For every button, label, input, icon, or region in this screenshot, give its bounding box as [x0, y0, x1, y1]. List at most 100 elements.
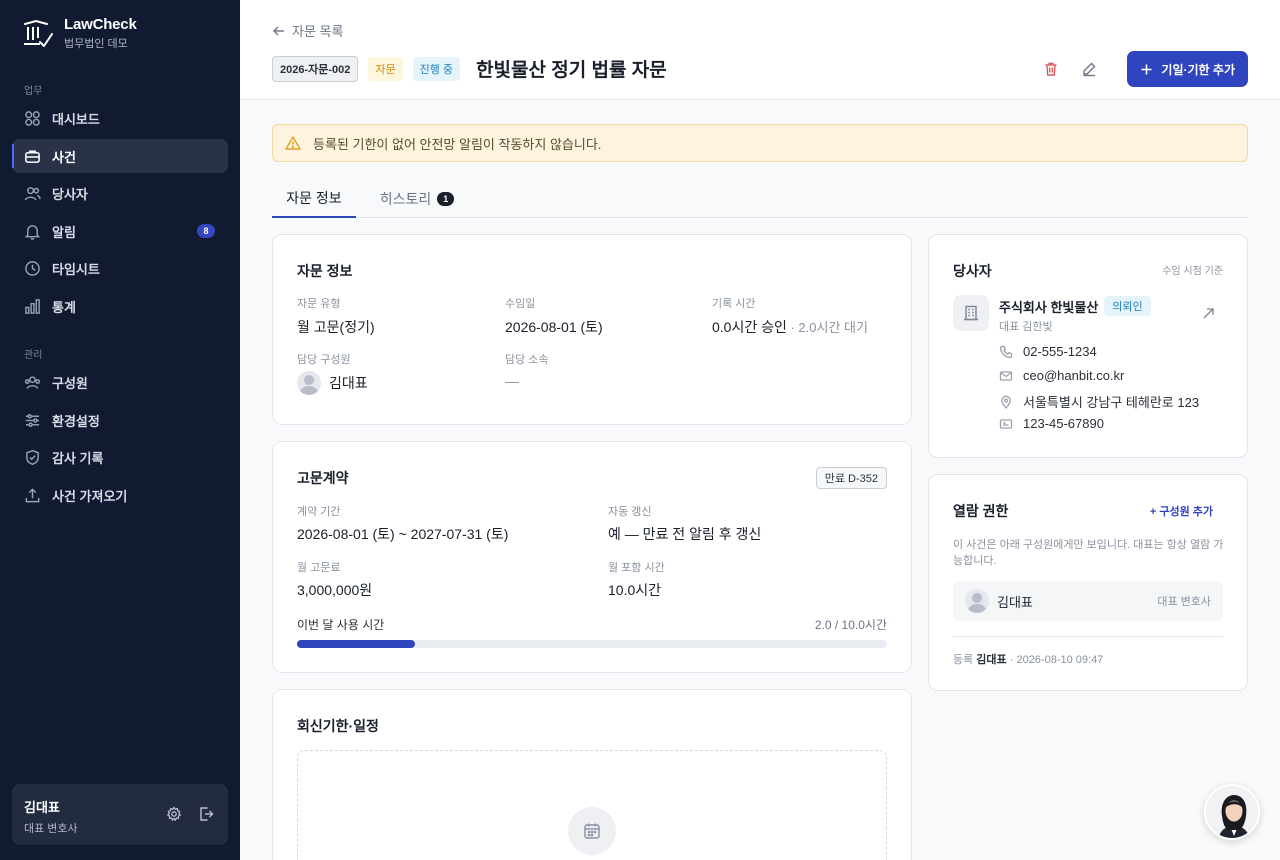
app-subtitle: 법무법인 데모	[64, 38, 128, 50]
edit-icon[interactable]	[1081, 61, 1097, 77]
tab-advisory-info[interactable]: 자문 정보	[272, 180, 356, 218]
app-name: LawCheck	[64, 16, 137, 33]
party-card: 당사자 수임 시점 기준 주식회사 한빛물산 의뢰인 대표 김한빛 02-555…	[928, 234, 1248, 458]
hours-label: 기록 시간	[712, 298, 756, 310]
assigned-member: 김대표	[297, 371, 368, 395]
party-representative: 대표 김한빛	[999, 321, 1053, 333]
sidebar-item-parties[interactable]: 당사자	[12, 176, 228, 210]
registered-prefix: 등록	[953, 654, 977, 666]
arrow-left-icon	[273, 26, 284, 35]
period-value: 2026-08-01 (토) ~ 2027-07-31 (토)	[297, 526, 509, 542]
usage-value: 2.0 / 10.0시간	[814, 618, 887, 632]
logout-icon[interactable]	[198, 806, 214, 822]
hours-approved: 0.0시간 승인	[712, 319, 787, 335]
back-link[interactable]: 자문 목록	[272, 21, 343, 40]
back-link-label: 자문 목록	[292, 24, 344, 39]
id-card-icon	[999, 418, 1013, 429]
sidebar-item-settings[interactable]: 환경설정	[12, 403, 228, 437]
trash-icon[interactable]	[1043, 61, 1059, 77]
external-link-icon[interactable]	[1202, 307, 1215, 320]
tab-history[interactable]: 히스토리 1	[376, 180, 458, 218]
page-header: 자문 목록 2026-자문-002 자문 진행 중 한빛물산 정기 법률 자문 …	[240, 0, 1280, 100]
usage-progress-bar	[297, 640, 887, 648]
phone-value: 02-555-1234	[1023, 344, 1097, 359]
included-label: 월 포함 시간	[608, 562, 665, 574]
fee-value: 3,000,000원	[297, 582, 373, 598]
sidebar-item-alerts[interactable]: 알림 8	[12, 214, 228, 248]
sidebar-item-dashboard[interactable]: 대시보드	[12, 101, 228, 135]
calendar-placeholder	[568, 807, 616, 855]
registered-at: · 2026-08-10 09:47	[1006, 654, 1104, 666]
card-title: 열람 권한	[953, 503, 1009, 519]
nav-section-work: 업무	[24, 86, 43, 97]
sidebar-item-import[interactable]: 사건 가져오기	[12, 478, 228, 512]
schedule-empty-state	[297, 750, 887, 860]
renew-label: 자동 갱신	[608, 506, 652, 518]
member-role: 대표 변호사	[1157, 596, 1211, 608]
dept-value: —	[505, 373, 519, 389]
avatar	[297, 371, 321, 395]
renew-value: 예 — 만료 전 알림 후 갱신	[608, 526, 762, 542]
sidebar-item-label: 환경설정	[52, 413, 100, 429]
sidebar-item-label: 감사 기록	[52, 450, 104, 466]
sidebar-item-audit-log[interactable]: 감사 기록	[12, 440, 228, 474]
phone-icon	[999, 345, 1013, 358]
party-avatar	[953, 295, 989, 331]
nav-section-admin: 관리	[24, 350, 43, 361]
sidebar-item-label: 사건 가져오기	[52, 488, 128, 504]
gear-icon[interactable]	[166, 806, 182, 822]
sidebar-item-cases[interactable]: 사건	[12, 139, 228, 173]
usage-label: 이번 달 사용 시간	[297, 618, 385, 632]
warning-triangle-icon	[285, 136, 301, 150]
sidebar-item-label: 구성원	[52, 375, 88, 391]
party-email: ceo@hanbit.co.kr	[999, 368, 1124, 383]
alert-count-badge: 8	[197, 224, 215, 238]
usage-progress-fill	[297, 640, 415, 648]
sidebar-item-label: 대시보드	[52, 111, 100, 127]
member-name: 김대표	[329, 375, 368, 391]
access-member-row: 김대표 대표 변호사	[953, 581, 1223, 621]
users-icon	[24, 186, 41, 200]
sidebar-item-label: 통계	[52, 299, 76, 315]
case-tabs: 자문 정보 히스토리 1	[272, 180, 1248, 218]
sidebar-item-stats[interactable]: 통계	[12, 289, 228, 323]
sidebar-item-label: 알림	[52, 224, 76, 240]
sidebar-item-timesheet[interactable]: 타임시트	[12, 251, 228, 285]
clock-icon	[25, 260, 40, 276]
history-count-badge: 1	[437, 192, 455, 206]
case-number-badge: 2026-자문-002	[272, 55, 359, 82]
grid-icon	[25, 110, 40, 126]
party-basis-note: 수임 시점 기준	[1162, 266, 1223, 277]
card-title: 회신기한·일정	[297, 718, 379, 734]
building-icon	[964, 305, 978, 321]
sidebar-item-label: 당사자	[52, 186, 88, 202]
expiry-tag: 만료 D-352	[815, 467, 887, 489]
party-business-number: 123-45-67890	[999, 416, 1104, 431]
add-deadline-button[interactable]: 기일·기한 추가	[1127, 51, 1248, 87]
case-status-chip: 진행 중	[412, 56, 461, 81]
tab-label: 자문 정보	[286, 190, 342, 206]
party-phone: 02-555-1234	[999, 344, 1097, 359]
hours-pending: · 2.0시간 대기	[786, 320, 868, 335]
business-number-value: 123-45-67890	[1023, 416, 1104, 431]
member-name: 김대표	[997, 594, 1033, 610]
case-type-chip: 자문	[368, 56, 403, 81]
add-member-button[interactable]: + 구성원 추가	[1150, 503, 1213, 519]
user-role: 대표 변호사	[24, 823, 78, 835]
upload-icon	[25, 487, 40, 502]
current-user-card: 김대표 대표 변호사	[12, 784, 228, 845]
shield-icon	[26, 449, 39, 465]
assistant-avatar-button[interactable]	[1204, 784, 1260, 840]
map-pin-icon	[1001, 395, 1011, 409]
app-logo[interactable]: LawCheck 법무법인 데모	[22, 16, 137, 51]
included-value: 10.0시간	[608, 582, 662, 598]
card-title: 고문계약	[297, 470, 349, 486]
sidebar-item-members[interactable]: 구성원	[12, 365, 228, 399]
schedule-card: 회신기한·일정	[272, 689, 912, 860]
plus-icon	[1141, 64, 1152, 74]
calendar-icon	[584, 823, 600, 839]
page-title: 한빛물산 정기 법률 자문	[476, 60, 667, 81]
registered-by: 김대표	[976, 654, 1007, 666]
received-label: 수임일	[505, 298, 536, 310]
sidebar-item-label: 타임시트	[52, 261, 100, 277]
